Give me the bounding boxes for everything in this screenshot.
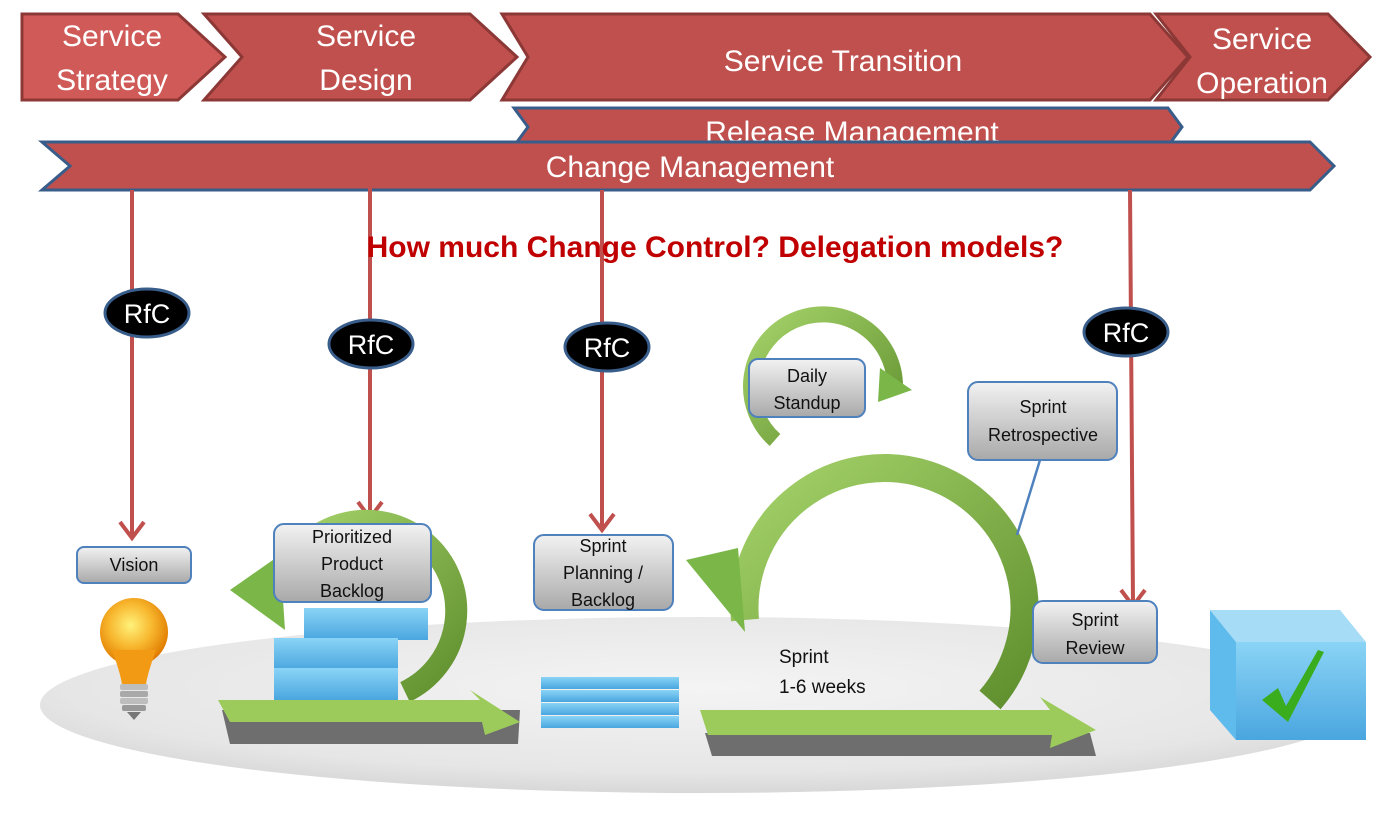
daily-standup-box[interactable]: Daily Standup bbox=[748, 358, 866, 418]
sprint-planning-box[interactable]: Sprint Planning / Backlog bbox=[533, 534, 674, 611]
sprint-planning-label: Backlog bbox=[571, 590, 635, 610]
rfc-label: RfC bbox=[1103, 318, 1150, 348]
rfc-badge[interactable]: RfC bbox=[1082, 306, 1170, 358]
product-backlog-label: Prioritized bbox=[312, 527, 392, 547]
sprint-planning-label: Planning / bbox=[563, 563, 643, 583]
sprint-retrospective-label: Retrospective bbox=[988, 425, 1098, 445]
product-backlog-label: Backlog bbox=[320, 581, 384, 601]
retrospective-callout-line bbox=[1015, 459, 1042, 536]
sprint-review-label: Sprint bbox=[1071, 610, 1118, 630]
rfc-badge[interactable]: RfC bbox=[103, 287, 191, 339]
sprint-planning-label: Sprint bbox=[579, 536, 626, 556]
phase-service-transition[interactable]: Service Transition bbox=[499, 12, 1191, 102]
rfc-label: RfC bbox=[584, 333, 631, 363]
sprint-review-box[interactable]: Sprint Review bbox=[1032, 600, 1158, 664]
phase-label: Service Transition bbox=[724, 45, 962, 78]
question-heading: How much Change Control? Delegation mode… bbox=[367, 231, 1064, 264]
phase-label: Service bbox=[1212, 23, 1312, 56]
sprint-retrospective-label: Sprint bbox=[1019, 397, 1066, 417]
done-cube-icon bbox=[1210, 610, 1366, 740]
sprint-retrospective-box[interactable]: Sprint Retrospective bbox=[967, 381, 1118, 461]
change-management-band[interactable]: Change Management bbox=[37, 140, 1337, 192]
phase-service-design[interactable]: Service Design bbox=[200, 12, 520, 102]
daily-standup-label: Standup bbox=[773, 393, 840, 413]
sprint-review-label: Review bbox=[1065, 638, 1125, 658]
scrum-itil-diagram: Service Strategy Service Design Service … bbox=[20, 12, 1373, 793]
phase-label: Service bbox=[316, 20, 416, 53]
change-management-label: Change Management bbox=[546, 151, 835, 184]
vision-box[interactable]: Vision bbox=[76, 546, 192, 584]
phase-service-strategy[interactable]: Service Strategy bbox=[20, 12, 228, 102]
phase-service-operation[interactable]: Service Operation bbox=[1152, 12, 1373, 102]
daily-standup-label: Daily bbox=[787, 366, 827, 386]
vision-label: Vision bbox=[110, 555, 159, 575]
rfc-label: RfC bbox=[348, 330, 395, 360]
rfc-arrow-review bbox=[1128, 189, 1135, 605]
sprint-label: Sprint bbox=[779, 647, 829, 668]
phase-label: Design bbox=[319, 64, 412, 97]
rfc-badge[interactable]: RfC bbox=[327, 318, 415, 370]
sprint-duration-label: 1-6 weeks bbox=[779, 677, 866, 698]
rfc-badge[interactable]: RfC bbox=[563, 321, 651, 373]
rfc-label: RfC bbox=[124, 299, 171, 329]
product-backlog-label: Product bbox=[321, 554, 383, 574]
phase-label: Strategy bbox=[56, 64, 168, 97]
product-backlog-box[interactable]: Prioritized Product Backlog bbox=[273, 523, 432, 603]
phase-label: Service bbox=[62, 20, 162, 53]
phase-label: Operation bbox=[1196, 67, 1328, 100]
